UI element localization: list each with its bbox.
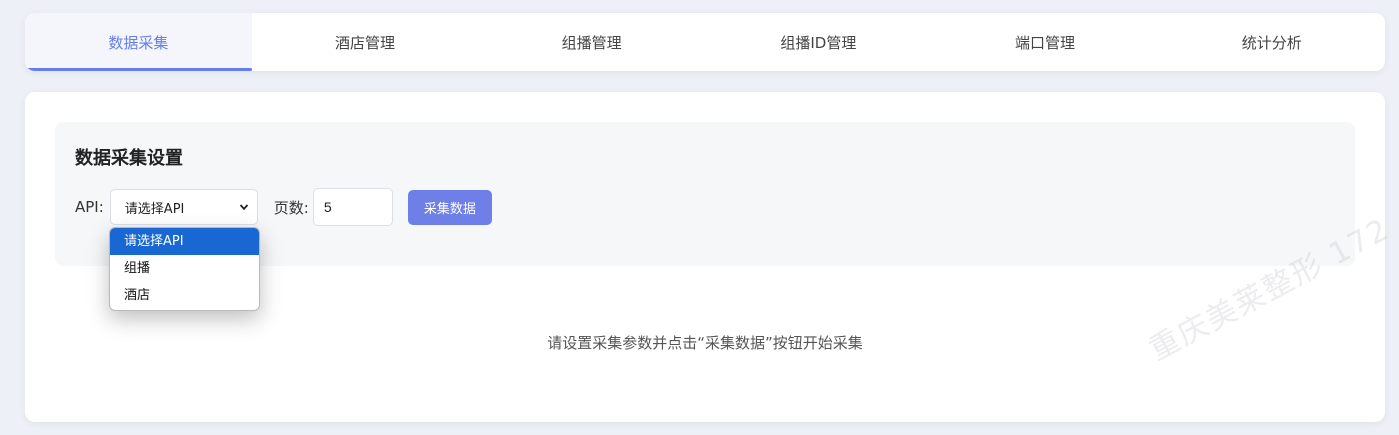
collect-data-button[interactable]: 采集数据 bbox=[407, 189, 492, 225]
api-select[interactable]: 请选择API bbox=[109, 189, 258, 225]
tab-port-management[interactable]: 端口管理 bbox=[932, 13, 1159, 71]
chevron-down-icon bbox=[239, 204, 248, 211]
tab-multicast-id-management[interactable]: 组播ID管理 bbox=[705, 13, 932, 71]
tab-multicast-management[interactable]: 组播管理 bbox=[478, 13, 705, 71]
tab-hotel-management[interactable]: 酒店管理 bbox=[252, 13, 479, 71]
pages-label: 页数: bbox=[273, 198, 309, 217]
api-option-hotel[interactable]: 酒店 bbox=[110, 282, 259, 309]
tab-bar: 数据采集 酒店管理 组播管理 组播ID管理 端口管理 统计分析 bbox=[25, 13, 1385, 71]
settings-form-row: API: 请选择API 页数: 采集数据 bbox=[75, 188, 492, 226]
settings-title: 数据采集设置 bbox=[75, 148, 183, 169]
empty-state-hint: 请设置采集参数并点击“采集数据”按钮开始采集 bbox=[547, 334, 863, 352]
pages-input[interactable] bbox=[312, 188, 393, 226]
api-dropdown-list: 请选择API 组播 酒店 bbox=[109, 227, 260, 311]
tab-data-collection[interactable]: 数据采集 bbox=[25, 13, 252, 71]
api-select-value: 请选择API bbox=[124, 201, 185, 217]
api-label: API: bbox=[75, 198, 104, 216]
api-option-multicast[interactable]: 组播 bbox=[110, 255, 259, 282]
tab-statistics[interactable]: 统计分析 bbox=[1158, 13, 1385, 71]
api-option-select[interactable]: 请选择API bbox=[110, 228, 259, 255]
